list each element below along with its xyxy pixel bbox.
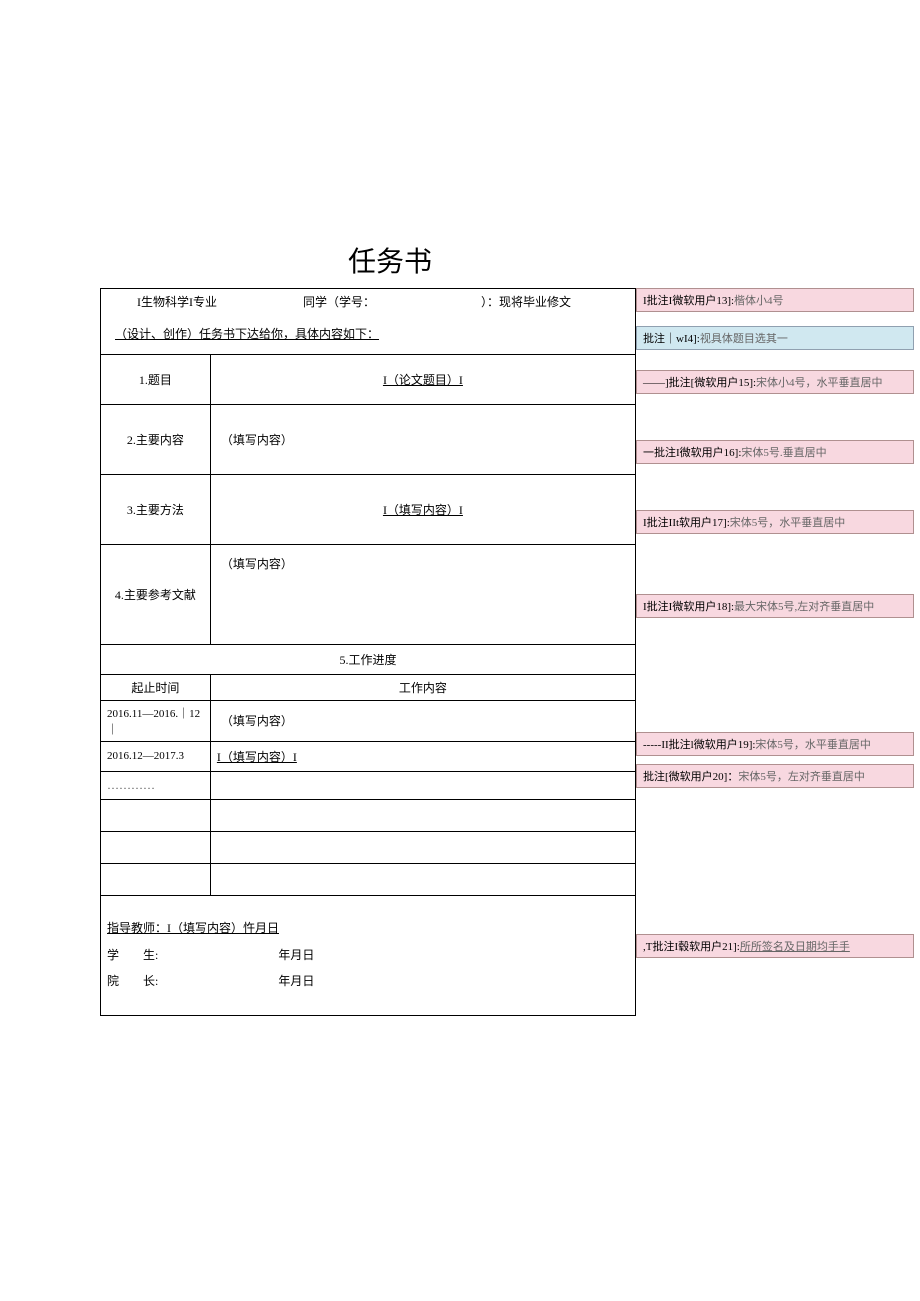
comment-17: I批注IIt软用户17]:宋体5号，水平垂直居中	[636, 510, 914, 534]
row5-col2: 工作内容	[210, 674, 635, 700]
row4-label: 4.主要参考文献	[101, 544, 211, 644]
comment-15-author: ——]批注[微软用户15]:	[643, 374, 756, 390]
row8-content	[210, 771, 635, 799]
row7-content: I（填写内容）I	[217, 750, 297, 764]
comment-20-author: 批注[微软用户20]：	[643, 768, 738, 784]
empty-row-1a	[101, 799, 211, 831]
header-line2: （设计、创作）任务书下达给你，具体内容如下：	[107, 327, 379, 341]
row6-time: 2016.11—2016.｜12｜	[101, 700, 211, 741]
comment-19: -----II批注l微软用户19]:宋体5号，水平垂直居中	[636, 732, 914, 756]
comment-13-author: I批注I微软用户13]:	[643, 292, 734, 308]
major-text: I生物科学I专业	[107, 295, 217, 309]
comment-16-text: 宋体5号.垂直居中	[741, 444, 826, 460]
row5-col1: 起止时间	[101, 674, 211, 700]
row1-label: 1.题目	[101, 354, 211, 404]
comment-16-author: 一批注I微软用户16]:	[643, 444, 741, 460]
comment-19-text: 宋体5号，水平垂直居中	[755, 736, 871, 752]
comment-17-author: I批注IIt软用户17]:	[643, 514, 730, 530]
comment-21-author: ,T批注I毂软用户21]:	[643, 938, 740, 954]
sig-student-date: 年月日	[278, 948, 314, 962]
comment-15: ——]批注[微软用户15]:宋体小4号，水平垂直居中	[636, 370, 914, 394]
comment-18-text: 最大宋体5号,左对齐垂直居中	[734, 598, 874, 614]
row2-label: 2.主要内容	[101, 404, 211, 474]
row3-content: I（填写内容）I	[383, 503, 463, 517]
comment-14: 批注｜wI4]:视具体题目选其一	[636, 326, 914, 350]
row8-time: …………	[101, 771, 211, 799]
comment-21-text: 所所签名及日期均手手	[740, 938, 850, 954]
comment-21: ,T批注I毂软用户21]:所所签名及日期均手手	[636, 934, 914, 958]
row7-time: 2016.12—2017.3	[101, 741, 211, 771]
sig-student: 学 生:	[107, 948, 158, 962]
row6-content: （填写内容）	[221, 714, 293, 728]
sig-teacher: 指导教师：I（填写内容）忤月日	[107, 921, 279, 935]
comment-13: I批注I微软用户13]:楷体小4号	[636, 288, 914, 312]
empty-row-3a	[101, 863, 211, 895]
comment-20-text: 宋体5号，左对齐垂直居中	[738, 768, 865, 784]
comment-19-author: -----II批注l微软用户19]:	[643, 736, 755, 752]
row3-label: 3.主要方法	[101, 474, 211, 544]
row4-content: （填写内容）	[221, 557, 293, 571]
row1-content: I（论文题目）I	[383, 373, 463, 387]
empty-row-1b	[210, 799, 635, 831]
comment-17-text: 宋体5号，水平垂直居中	[730, 514, 846, 530]
empty-row-2a	[101, 831, 211, 863]
empty-row-3b	[210, 863, 635, 895]
sig-dean-date: 年月日	[278, 974, 314, 988]
comment-14-text: 视具体题目选其一	[700, 330, 788, 346]
empty-row-2b	[210, 831, 635, 863]
signature-block: 指导教师：I（填写内容）忤月日 学 生: 年月日 院 长: 年月日	[101, 895, 636, 1015]
sig-dean: 院 长:	[107, 974, 158, 988]
student-label: 同学（学号：	[303, 295, 375, 309]
row2-content: （填写内容）	[221, 433, 293, 447]
document-title: 任务书	[0, 240, 920, 280]
row5-header: 5.工作进度	[101, 644, 636, 674]
student-suffix: ）：现将毕业修文	[481, 295, 571, 309]
comment-14-author: 批注｜wI4]:	[643, 330, 700, 346]
comment-18-author: I批注I微软用户18]:	[643, 598, 734, 614]
comment-13-text: 楷体小4号	[734, 292, 784, 308]
comment-20: 批注[微软用户20]：宋体5号，左对齐垂直居中	[636, 764, 914, 788]
task-table: I生物科学I专业 同学（学号： ）：现将毕业修文 （设计、创作）任务书下达给你，…	[100, 288, 636, 1016]
comment-16: 一批注I微软用户16]:宋体5号.垂直居中	[636, 440, 914, 464]
comment-15-text: 宋体小4号，水平垂直居中	[756, 374, 883, 390]
comment-18: I批注I微软用户18]:最大宋体5号,左对齐垂直居中	[636, 594, 914, 618]
